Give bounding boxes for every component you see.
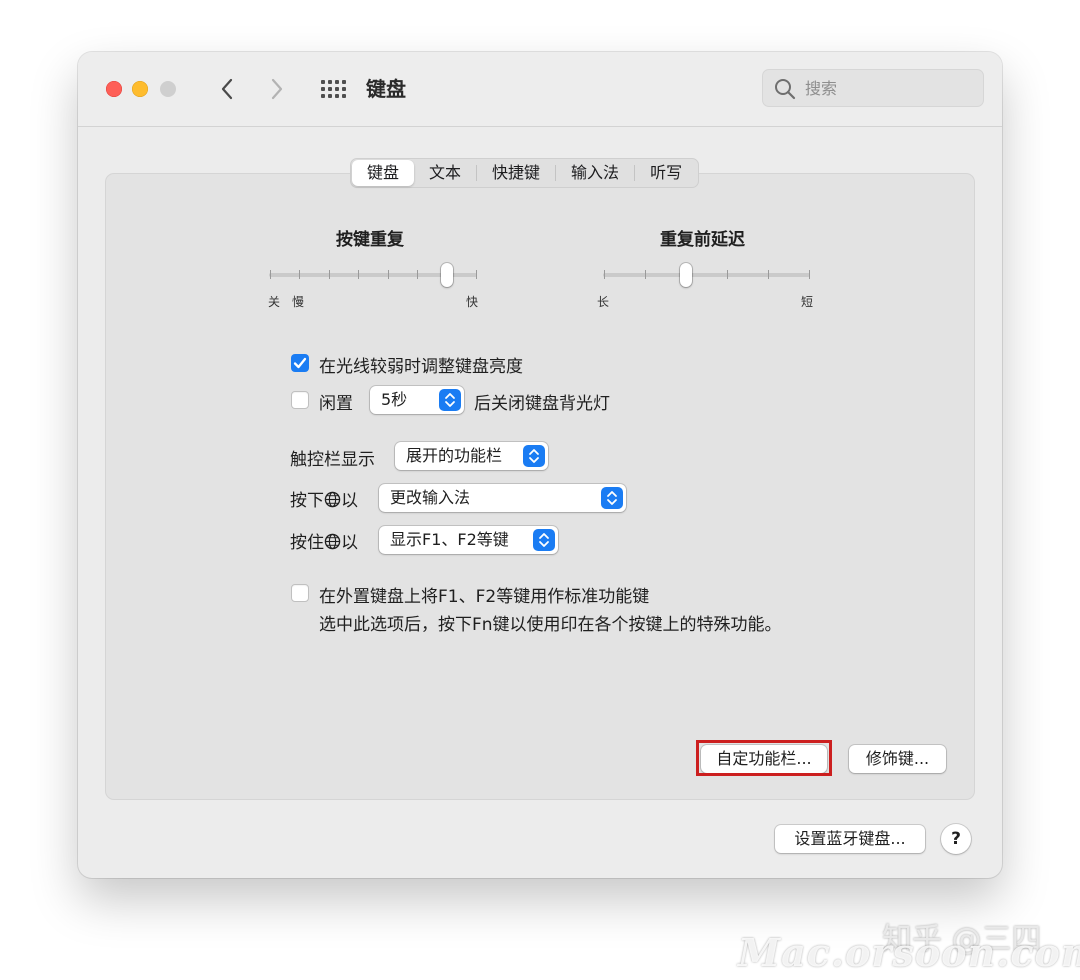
press-globe-suffix: 以 <box>341 491 358 511</box>
slider-tick <box>727 270 728 279</box>
window-title: 键盘 <box>366 77 406 101</box>
key-repeat-slow-label: 慢 <box>292 295 305 309</box>
key-repeat-label: 按键重复 <box>336 230 404 250</box>
hold-globe-prefix: 按住 <box>290 533 324 553</box>
slider-tick <box>476 270 477 279</box>
slider-tick <box>388 270 389 279</box>
press-globe-prefix: 按下 <box>290 491 324 511</box>
fn-keys-label: 在外置键盘上将F1、F2等键用作标准功能键 <box>319 587 650 607</box>
updown-arrows-icon <box>439 389 461 411</box>
repeat-delay-thumb[interactable] <box>680 263 692 287</box>
hold-globe-label: 按住以 <box>290 528 358 553</box>
repeat-delay-track[interactable] <box>603 273 810 277</box>
press-globe-popup[interactable]: 更改输入法 <box>379 484 626 512</box>
search-icon <box>775 79 796 100</box>
setup-bluetooth-keyboard-button[interactable]: 设置蓝牙键盘... <box>775 825 925 853</box>
zoom-window-button[interactable] <box>160 81 176 97</box>
slider-tick <box>329 270 330 279</box>
idle-after-label: 后关闭键盘背光灯 <box>474 394 610 414</box>
slider-tick <box>768 270 769 279</box>
updown-arrows-icon <box>533 529 555 551</box>
fn-keys-description: 选中此选项后，按下Fn键以使用印在各个按键上的特殊功能。 <box>319 615 782 635</box>
press-globe-label: 按下以 <box>290 486 358 511</box>
slider-tick <box>270 270 271 279</box>
tab-input-sources[interactable]: 输入法 <box>556 160 634 186</box>
fn-keys-checkbox[interactable] <box>291 584 309 602</box>
repeat-delay-long-label: 长 <box>597 295 610 309</box>
slider-tick <box>358 270 359 279</box>
key-repeat-thumb[interactable] <box>441 263 453 287</box>
highlight-frame <box>696 740 832 776</box>
tab-text[interactable]: 文本 <box>414 160 476 186</box>
search-input[interactable] <box>805 70 975 106</box>
hold-globe-popup[interactable]: 显示F1、F2等键 <box>379 526 558 554</box>
idle-duration-value: 5秒 <box>381 390 408 409</box>
idle-label: 闲置 <box>319 394 353 414</box>
press-globe-value: 更改输入法 <box>390 488 471 507</box>
title-bar: 键盘 <box>78 52 1002 127</box>
touch-bar-label: 触控栏显示 <box>290 450 375 470</box>
chevron-left-icon <box>221 78 233 100</box>
site-watermark: Mac.orsoon.com <box>738 930 1080 975</box>
slider-tick <box>299 270 300 279</box>
slider-tick <box>809 270 810 279</box>
updown-arrows-icon <box>601 487 623 509</box>
updown-arrows-icon <box>523 445 545 467</box>
hold-globe-suffix: 以 <box>341 533 358 553</box>
repeat-delay-short-label: 短 <box>801 295 814 309</box>
checkmark-icon <box>293 357 307 369</box>
tab-keyboard[interactable]: 键盘 <box>352 160 415 186</box>
chevron-right-icon <box>271 78 283 100</box>
keyboard-preferences-window: 键盘 键盘 文本 快捷键 输入法 听写 按键重复 关 慢 快 重复前延迟 长 <box>78 52 1002 878</box>
tab-dictation[interactable]: 听写 <box>635 160 697 186</box>
tab-shortcuts[interactable]: 快捷键 <box>477 160 555 186</box>
close-window-button[interactable] <box>106 81 122 97</box>
key-repeat-off-label: 关 <box>268 295 281 309</box>
modifier-keys-button[interactable]: 修饰键... <box>849 745 946 773</box>
idle-backlight-checkbox[interactable] <box>291 391 309 409</box>
hold-globe-value: 显示F1、F2等键 <box>390 530 509 549</box>
show-all-grid-icon[interactable] <box>321 80 347 98</box>
repeat-delay-label: 重复前延迟 <box>660 230 745 250</box>
slider-tick <box>645 270 646 279</box>
touch-bar-value: 展开的功能栏 <box>406 446 503 465</box>
forward-button[interactable] <box>264 74 290 104</box>
back-button[interactable] <box>214 74 240 104</box>
globe-icon <box>324 491 341 508</box>
minimize-window-button[interactable] <box>132 81 148 97</box>
help-button[interactable]: ? <box>941 824 971 854</box>
tab-bar: 键盘 文本 快捷键 输入法 听写 <box>350 158 700 188</box>
key-repeat-fast-label: 快 <box>466 295 479 309</box>
adjust-brightness-label: 在光线较弱时调整键盘亮度 <box>319 357 523 377</box>
idle-duration-popup[interactable]: 5秒 <box>370 386 464 414</box>
adjust-brightness-checkbox[interactable] <box>291 354 309 372</box>
touch-bar-popup[interactable]: 展开的功能栏 <box>395 442 548 470</box>
slider-tick <box>604 270 605 279</box>
search-field[interactable] <box>762 69 984 107</box>
globe-icon <box>324 533 341 550</box>
slider-tick <box>417 270 418 279</box>
